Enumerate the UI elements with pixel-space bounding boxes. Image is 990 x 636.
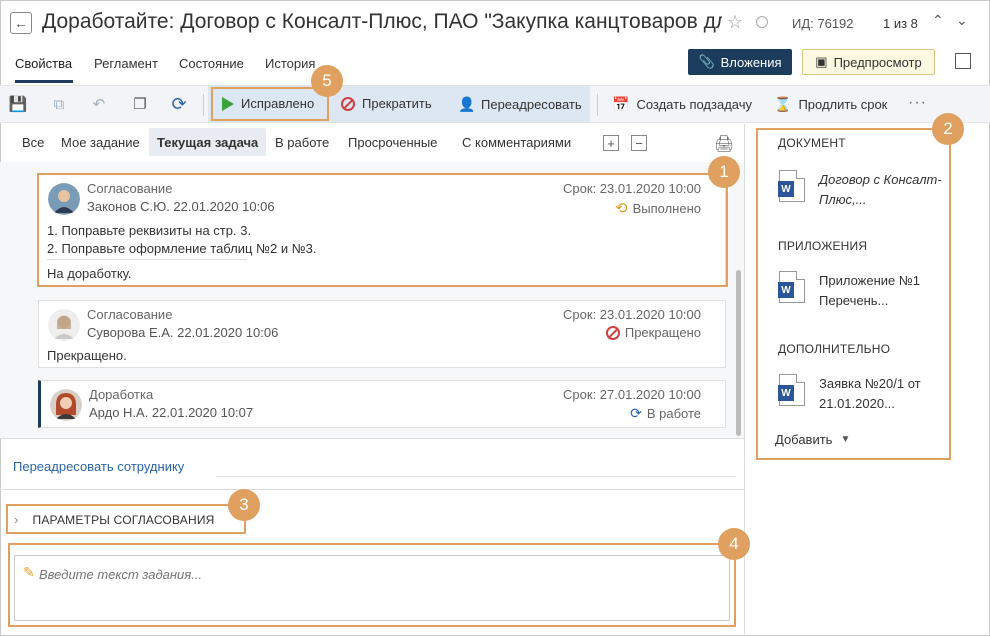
page-title: Доработайте: Договор с Консалт-Плюс, ПАО… bbox=[42, 10, 722, 33]
highlight-frame bbox=[756, 128, 951, 460]
highlight-frame bbox=[8, 543, 736, 627]
scrollbar[interactable] bbox=[736, 270, 741, 436]
filter-current-task[interactable]: Текущая задача bbox=[157, 135, 258, 150]
stop-icon bbox=[341, 96, 355, 111]
toolbar: 💾 ⧉ ↶ ❐ ⟳ Исправлено Прекратить 👤 Переад… bbox=[0, 85, 990, 123]
popout-icon[interactable] bbox=[955, 53, 971, 69]
task-type: Доработка bbox=[89, 387, 154, 402]
tab-history[interactable]: История bbox=[265, 56, 315, 71]
divider bbox=[0, 438, 744, 439]
task-author: Суворова Е.А. 22.01.2020 10:06 bbox=[87, 325, 279, 340]
task-comment: Прекращено. bbox=[47, 348, 127, 363]
calendar-icon: 📅 bbox=[612, 96, 630, 112]
preview-button[interactable]: ▣ Предпросмотр bbox=[802, 49, 935, 75]
collapse-all-icon[interactable]: − bbox=[631, 135, 647, 151]
undo-icon[interactable]: ↶ bbox=[90, 95, 108, 113]
star-icon[interactable]: ☆ bbox=[727, 12, 743, 33]
create-subtask-label: Создать подзадачу bbox=[636, 97, 753, 112]
filter-overdue[interactable]: Просроченные bbox=[348, 135, 437, 150]
toolbar-divider bbox=[597, 94, 598, 116]
in-progress-icon: ⟳ bbox=[630, 405, 642, 421]
filter-in-progress[interactable]: В работе bbox=[275, 135, 329, 150]
redirect-label: Переадресовать bbox=[481, 96, 582, 112]
user-redirect-icon: 👤 bbox=[458, 96, 476, 112]
filter-all[interactable]: Все bbox=[22, 135, 44, 150]
task-status: ⟳ В работе bbox=[630, 405, 701, 422]
task-card[interactable]: Доработка Ардо Н.А. 22.01.2020 10:07 Сро… bbox=[38, 380, 726, 428]
stopped-icon bbox=[605, 325, 620, 340]
divider bbox=[0, 489, 744, 490]
attachments-label: Вложения bbox=[720, 54, 782, 70]
attachments-button[interactable]: 📎 Вложения bbox=[688, 49, 792, 75]
avatar bbox=[50, 389, 82, 421]
filter-with-comments[interactable]: С комментариями bbox=[462, 135, 571, 150]
redirect-button[interactable]: 👤 Переадресовать bbox=[458, 96, 582, 112]
hourglass-icon: ⌛ bbox=[774, 96, 792, 112]
callout-badge: 4 bbox=[718, 528, 750, 560]
extend-label: Продлить срок bbox=[798, 97, 888, 112]
toolbar-divider bbox=[203, 94, 204, 116]
redirect-input-line[interactable] bbox=[216, 476, 736, 477]
chevron-down-icon[interactable]: ⌄ bbox=[956, 12, 968, 29]
pager: 1 из 8 bbox=[883, 16, 918, 31]
preview-label: Предпросмотр bbox=[833, 54, 922, 70]
status-label: В работе bbox=[646, 406, 701, 421]
task-due-date: Срок: 23.01.2020 10:00 bbox=[563, 307, 701, 322]
highlight-frame bbox=[211, 87, 329, 121]
tab-regulation[interactable]: Регламент bbox=[94, 56, 158, 71]
task-type: Согласование bbox=[87, 307, 173, 322]
paperclip-icon: 📎 bbox=[698, 54, 715, 69]
avatar bbox=[48, 309, 80, 341]
redirect-to-employee-link[interactable]: Переадресовать сотруднику bbox=[13, 459, 184, 474]
status-circle-icon[interactable] bbox=[756, 16, 768, 28]
callout-badge: 3 bbox=[228, 489, 260, 521]
highlight-frame bbox=[37, 173, 728, 287]
copy-icon[interactable]: ❐ bbox=[131, 95, 149, 113]
tab-properties[interactable]: Свойства bbox=[15, 56, 72, 71]
document-id: ИД: 76192 bbox=[792, 16, 854, 31]
filter-bar: Все Мое задание Текущая задача В работе … bbox=[0, 124, 744, 162]
more-icon[interactable]: ··· bbox=[908, 94, 927, 112]
chevron-up-icon[interactable]: ⌃ bbox=[932, 12, 944, 29]
expand-all-icon[interactable]: + bbox=[603, 135, 619, 151]
status-label: Прекращено bbox=[624, 325, 701, 340]
preview-icon: ▣ bbox=[815, 54, 828, 69]
save-icon[interactable]: 💾 bbox=[9, 95, 28, 113]
callout-badge: 1 bbox=[708, 156, 740, 188]
stop-button[interactable]: Прекратить bbox=[341, 96, 432, 111]
callout-badge: 2 bbox=[932, 113, 964, 145]
active-tab-indicator bbox=[15, 80, 73, 83]
create-subtask-button[interactable]: 📅 Создать подзадачу bbox=[612, 96, 752, 113]
filter-my-task[interactable]: Мое задание bbox=[61, 135, 140, 150]
extend-deadline-button[interactable]: ⌛ Продлить срок bbox=[774, 96, 887, 113]
tab-state[interactable]: Состояние bbox=[179, 56, 244, 71]
task-card[interactable]: Согласование Суворова Е.А. 22.01.2020 10… bbox=[38, 300, 726, 368]
callout-badge: 5 bbox=[311, 65, 343, 97]
refresh-icon[interactable]: ⟳ bbox=[170, 94, 188, 114]
save-copy-icon[interactable]: ⧉ bbox=[50, 95, 68, 113]
highlight-frame bbox=[6, 504, 246, 534]
task-author: Ардо Н.А. 22.01.2020 10:07 bbox=[89, 405, 254, 420]
header: ← Доработайте: Договор с Консалт-Плюс, П… bbox=[0, 0, 990, 48]
task-status: Прекращено bbox=[605, 325, 701, 340]
task-due-date: Срок: 27.01.2020 10:00 bbox=[563, 387, 701, 402]
print-icon[interactable]: 🖨 bbox=[714, 134, 734, 154]
stop-label: Прекратить bbox=[362, 96, 432, 111]
back-arrow-icon[interactable]: ← bbox=[10, 12, 32, 34]
